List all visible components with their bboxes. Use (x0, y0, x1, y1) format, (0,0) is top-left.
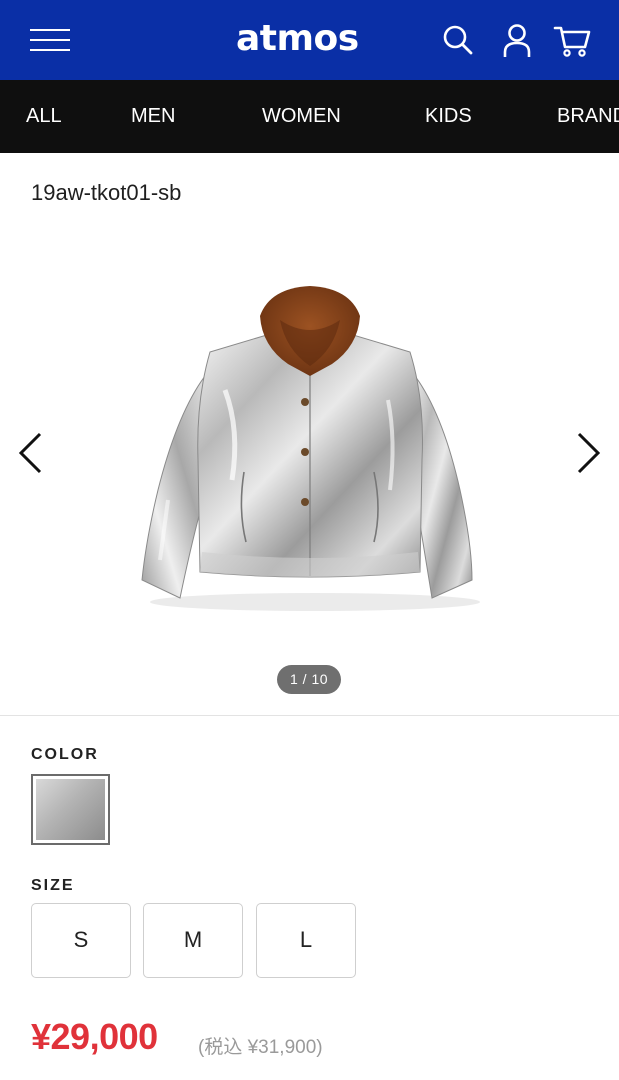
nav-item-men[interactable]: MEN (131, 80, 175, 153)
section-divider (0, 715, 619, 716)
size-label: SIZE (31, 877, 75, 894)
color-swatch-silver[interactable] (31, 774, 110, 845)
nav-item-kids[interactable]: KIDS (425, 80, 472, 153)
size-button-s[interactable]: S (31, 903, 131, 978)
search-icon[interactable] (438, 20, 478, 60)
color-swatch-fill (36, 779, 105, 840)
gallery-prev-arrow[interactable] (12, 428, 52, 478)
site-header: atmos (0, 0, 619, 80)
nav-item-brand[interactable]: BRAND (557, 80, 619, 153)
category-nav: ALL MEN WOMEN KIDS BRAND (0, 80, 619, 153)
gallery-next-arrow[interactable] (567, 428, 607, 478)
price: ¥29,000 (31, 1016, 158, 1057)
size-button-m[interactable]: M (143, 903, 243, 978)
product-code: 19aw-tkot01-sb (31, 180, 182, 205)
product-image (120, 280, 500, 620)
account-icon[interactable] (497, 20, 537, 60)
size-button-l[interactable]: L (256, 903, 356, 978)
color-label: COLOR (31, 746, 99, 763)
nav-item-all[interactable]: ALL (26, 80, 62, 153)
menu-icon[interactable] (28, 22, 72, 58)
nav-item-women[interactable]: WOMEN (262, 80, 341, 153)
site-logo[interactable]: atmos (236, 14, 359, 64)
cart-icon[interactable] (552, 20, 592, 60)
image-counter: 1 / 10 (277, 665, 341, 694)
price-tax-included: (税込 ¥31,900) (198, 1037, 323, 1058)
